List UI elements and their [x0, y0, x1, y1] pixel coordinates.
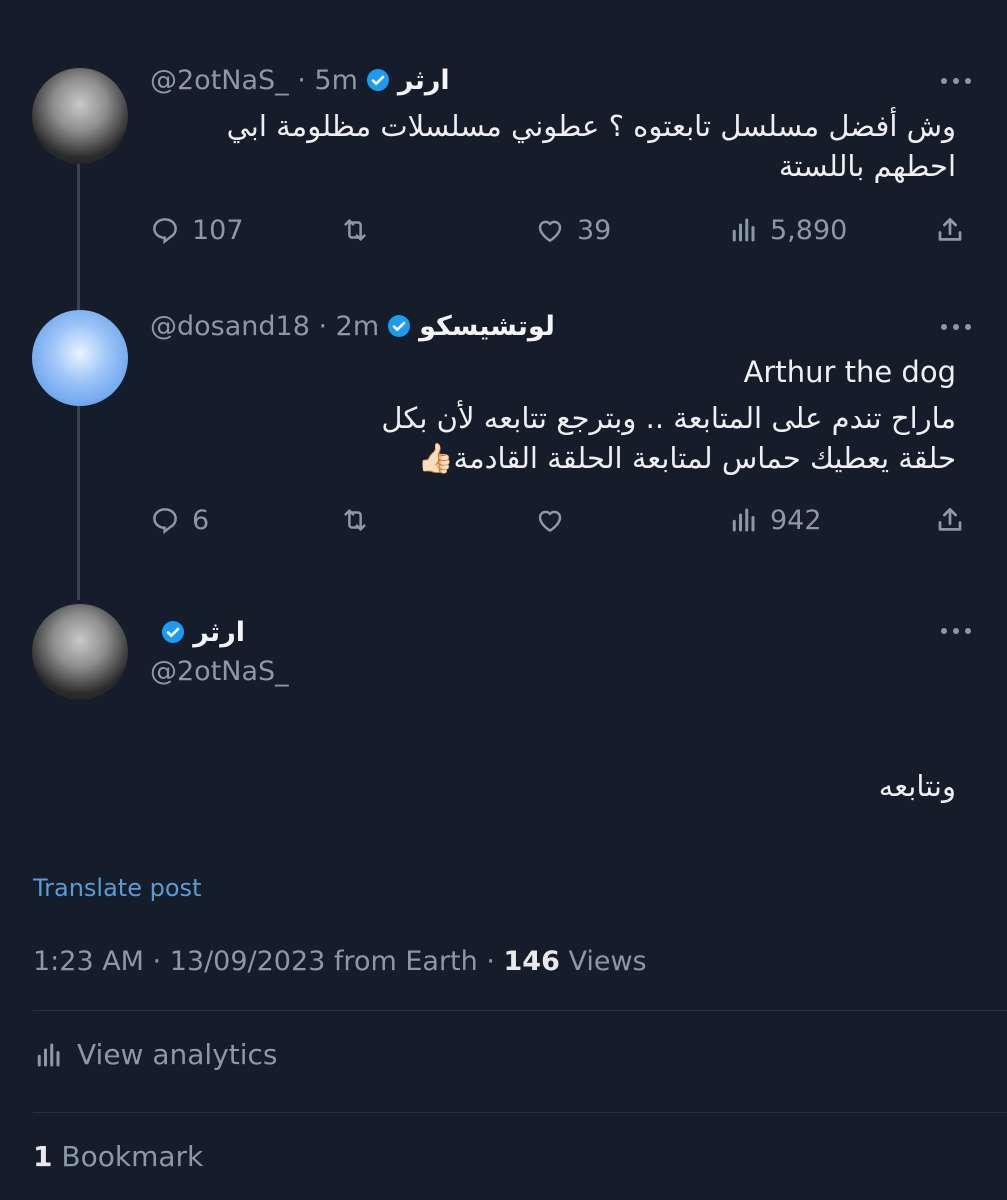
- more-icon[interactable]: [941, 78, 971, 84]
- verified-badge-icon: [366, 69, 389, 91]
- like-button[interactable]: 39: [535, 210, 611, 250]
- post-meta: 1:23 AM · 13/09/2023 from Earth · 146 Vi…: [33, 946, 647, 977]
- share-button[interactable]: [935, 500, 965, 540]
- handle[interactable]: @dosand18: [150, 311, 310, 342]
- tweet-header: ارثر: [150, 612, 245, 652]
- like-count: 39: [577, 214, 612, 246]
- bookmark-count[interactable]: 1 Bookmark: [33, 1140, 203, 1173]
- reply-button[interactable]: 107: [150, 210, 244, 250]
- retweet-icon: [344, 509, 366, 531]
- tweet-text-line: Arthur the dog: [743, 355, 956, 389]
- reply-button[interactable]: 6: [150, 500, 209, 540]
- tweet-text-line: حلقة يعطيك حماس لمتابعة الحلقة القادمة👍🏻: [417, 441, 956, 475]
- tweet-text-line: ماراح تندم على المتابعة .. وبترجع تتابعه…: [381, 401, 956, 435]
- retweet-icon: [344, 219, 366, 241]
- views-button[interactable]: 5,890: [728, 210, 847, 250]
- bookmark-number: 1: [33, 1140, 53, 1173]
- views-count: 942: [770, 504, 822, 536]
- views-count: 146: [503, 946, 560, 977]
- translate-post-link[interactable]: Translate post: [33, 874, 201, 902]
- handle-time: @dosand18 · 2m: [150, 311, 379, 342]
- separator: ·: [288, 64, 315, 96]
- avatar[interactable]: [32, 68, 128, 164]
- reply-icon: [153, 218, 177, 245]
- views-icon: [732, 218, 755, 242]
- tweet-header: ارثر @2otNaS_ · 5m: [150, 60, 510, 100]
- post-time[interactable]: 2m: [336, 311, 379, 342]
- reply-count: 6: [192, 504, 210, 536]
- tweet-text: وش أفضل مسلسل تابعتوه ؟ عطوني مسلسلات مظ…: [226, 109, 956, 183]
- display-name[interactable]: ارثر: [193, 617, 245, 648]
- avatar[interactable]: [32, 310, 128, 406]
- bookmark-label: Bookmark: [52, 1140, 204, 1173]
- share-icon: [938, 218, 962, 241]
- views-button[interactable]: 942: [728, 500, 822, 540]
- handle[interactable]: @2otNaS_: [150, 65, 289, 96]
- like-button[interactable]: [535, 500, 577, 540]
- like-icon: [538, 510, 562, 532]
- share-icon: [938, 508, 962, 531]
- display-name[interactable]: ارثر: [398, 65, 450, 96]
- share-button[interactable]: [935, 210, 965, 250]
- more-icon[interactable]: [941, 324, 971, 330]
- analytics-label: View analytics: [77, 1038, 278, 1071]
- views-label: Views: [559, 946, 647, 977]
- handle-time: @2otNaS_ · 5m: [150, 65, 358, 96]
- handle[interactable]: @2otNaS_: [150, 656, 289, 687]
- display-name[interactable]: لوتشيسكو: [419, 311, 555, 342]
- tweet-actions: 6 942: [150, 500, 975, 540]
- tweet-actions: 107 39 5,890: [150, 210, 975, 250]
- retweet-button[interactable]: [340, 500, 382, 540]
- like-icon: [538, 220, 562, 242]
- tweet-text: ونتابعه: [878, 769, 956, 803]
- view-analytics-button[interactable]: View analytics: [33, 1038, 278, 1071]
- reply-icon: [153, 508, 177, 535]
- views-icon: [732, 508, 755, 532]
- retweet-button[interactable]: [340, 210, 382, 250]
- timestamp[interactable]: 1:23 AM · 13/09/2023 from Earth ·: [33, 946, 504, 977]
- analytics-icon: [37, 1043, 60, 1066]
- more-icon[interactable]: [941, 628, 971, 634]
- separator: ·: [309, 310, 336, 342]
- divider: [33, 1010, 1007, 1011]
- divider: [33, 1112, 1007, 1113]
- views-count: 5,890: [770, 214, 848, 246]
- verified-badge-icon: [162, 621, 185, 643]
- tweet-header: لوتشيسكو @dosand18 · 2m: [150, 306, 610, 346]
- reply-count: 107: [192, 214, 244, 246]
- verified-badge-icon: [388, 315, 411, 337]
- post-time[interactable]: 5m: [314, 65, 357, 96]
- avatar[interactable]: [32, 604, 128, 700]
